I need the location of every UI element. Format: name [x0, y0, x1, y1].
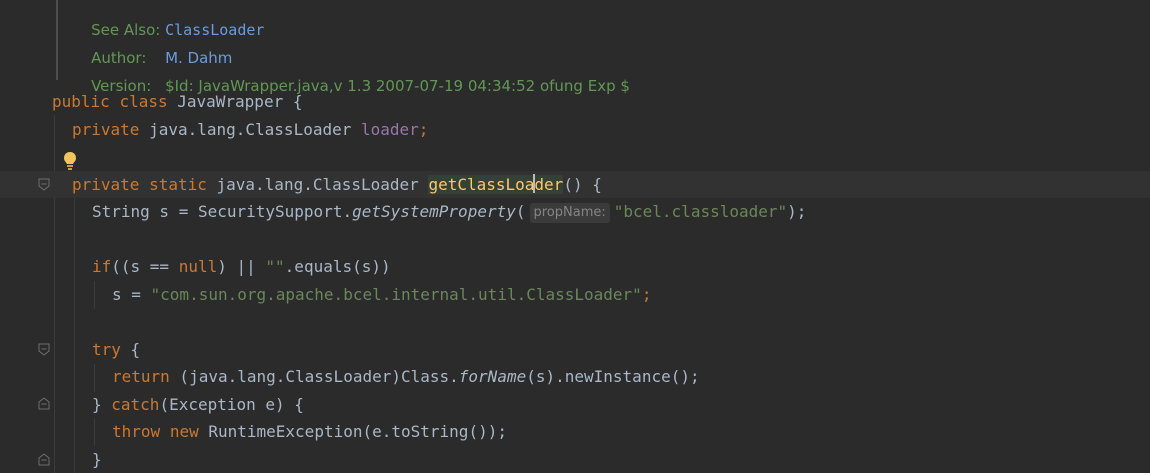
keyword: catch [111, 395, 160, 414]
code-line-try[interactable]: try { [0, 336, 1150, 363]
code-text: RuntimeException(e.toString()); [198, 422, 507, 441]
code-text: { [120, 340, 141, 359]
keyword: new [169, 422, 199, 441]
fold-marker-icon[interactable] [37, 178, 51, 192]
code-text: (Exception e) { [159, 395, 304, 414]
paren: ( [515, 202, 526, 221]
keyword: private [72, 120, 140, 139]
method-params: () { [563, 175, 602, 194]
code-text: } [92, 395, 112, 414]
javadoc-author: Author: M. Dahm [72, 25, 232, 67]
javadoc-see-also: See Also: ClassLoader [72, 0, 264, 39]
lightbulb-icon[interactable] [62, 151, 78, 171]
code-text: ) || [217, 257, 266, 276]
method-call: forName [458, 367, 527, 386]
code-text: ((s == [111, 257, 179, 276]
code-line-field[interactable]: private java.lang.ClassLoader loader; [0, 116, 1150, 143]
code-editor[interactable]: See Also: ClassLoader Author: M. Dahm Ver… [0, 0, 1150, 473]
type-name: java.lang.ClassLoader [139, 120, 361, 139]
fold-marker-icon[interactable] [37, 343, 51, 357]
code-line-get-property[interactable]: String s = SecuritySupport.getSystemProp… [0, 198, 1150, 225]
method-name: getClassLoader [428, 174, 564, 194]
string-literal: "com.sun.org.apache.bcel.internal.util.C… [150, 285, 642, 304]
type-name: java.lang.ClassLoader [206, 175, 429, 194]
param-hint: propName: [529, 203, 610, 223]
string-literal: "" [265, 257, 285, 276]
keyword: if [92, 257, 112, 276]
javadoc-border [56, 0, 58, 80]
code-line-throw[interactable]: throw new RuntimeException(e.toString())… [0, 418, 1150, 445]
keyword: return [112, 367, 170, 386]
code-text: ); [787, 202, 807, 221]
code-text: s = [112, 285, 151, 304]
keyword: try [92, 340, 121, 359]
code-line-return[interactable]: return (java.lang.ClassLoader)Class.forN… [0, 363, 1150, 390]
code-text: .equals(s)) [284, 257, 391, 276]
semicolon: ; [418, 120, 429, 139]
keyword: null [178, 257, 218, 276]
code-text: (s).newInstance(); [526, 367, 700, 386]
code-line-class-decl[interactable]: public class JavaWrapper { [0, 88, 1150, 115]
code-line-if[interactable]: if((s == null) || "".equals(s)) [0, 253, 1150, 280]
keyword: public [52, 92, 110, 111]
code-line-close-brace[interactable]: } [0, 446, 1150, 473]
fold-marker-icon[interactable] [37, 452, 51, 466]
field-name: loader [361, 120, 419, 139]
code-line-assign[interactable]: s = "com.sun.org.apache.bcel.internal.ut… [0, 281, 1150, 308]
method-call: getSystemProperty [352, 202, 516, 221]
keyword: private [72, 175, 140, 194]
code-text: String s = SecuritySupport. [92, 202, 353, 221]
javadoc-version: Version: $Id: JavaWrapper.java,v 1.3 2007… [72, 53, 630, 95]
code-line-method-decl[interactable]: private static java.lang.ClassLoader get… [0, 171, 1150, 198]
keyword: class [119, 92, 168, 111]
string-literal: "bcel.classloader" [613, 202, 788, 221]
keyword: static [149, 175, 207, 194]
code-text: } [92, 450, 102, 469]
class-name: JavaWrapper { [167, 92, 303, 111]
keyword: throw [112, 422, 161, 441]
semicolon: ; [641, 285, 652, 304]
code-line-catch[interactable]: } catch(Exception e) { [0, 391, 1150, 418]
fold-marker-icon[interactable] [37, 396, 51, 410]
code-text: (java.lang.ClassLoader)Class. [169, 367, 459, 386]
